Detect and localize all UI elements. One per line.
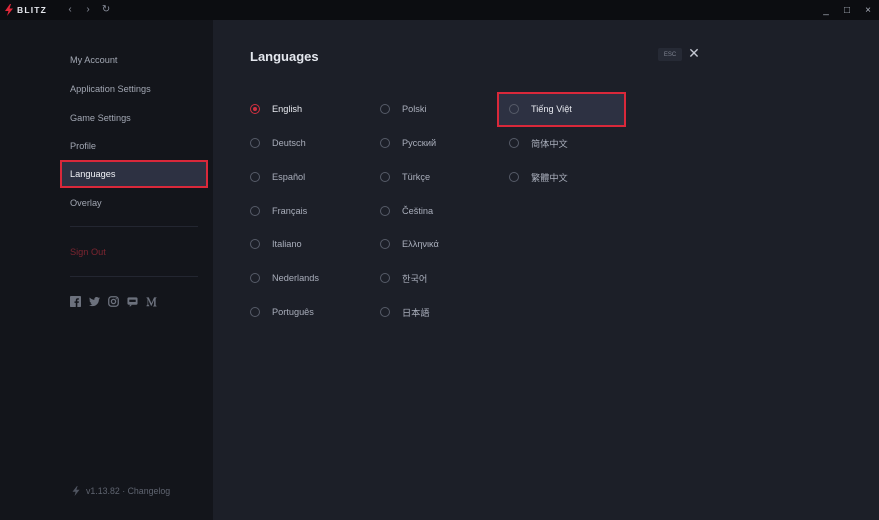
sidebar-item-languages[interactable]: Languages (60, 160, 208, 188)
language-label: Tiếng Việt (531, 104, 572, 114)
radio-unchecked[interactable] (250, 138, 260, 148)
sidebar-item-application-settings[interactable]: Application Settings (60, 76, 208, 102)
facebook-icon[interactable] (70, 296, 81, 307)
radio-unchecked[interactable] (509, 138, 519, 148)
instagram-icon[interactable] (108, 296, 119, 307)
sign-out-link[interactable]: Sign Out (70, 247, 106, 257)
app-logo: BLITZ (4, 0, 47, 20)
radio-unchecked[interactable] (380, 172, 390, 182)
radio-unchecked[interactable] (250, 307, 260, 317)
language-label: Русский (402, 138, 437, 148)
language-option-english[interactable]: English (250, 101, 302, 117)
language-option-francais[interactable]: Français (250, 203, 307, 219)
language-option-nederlands[interactable]: Nederlands (250, 270, 319, 286)
sidebar-item-profile[interactable]: Profile (60, 133, 208, 159)
radio-unchecked[interactable] (380, 104, 390, 114)
radio-unchecked[interactable] (250, 273, 260, 283)
language-label: Español (272, 172, 306, 182)
minimize-button[interactable]: _ (815, 0, 837, 20)
language-option-deutsch[interactable]: Deutsch (250, 135, 306, 151)
blitz-logo-icon (5, 4, 13, 16)
language-label: English (272, 104, 303, 114)
language-option-espanol[interactable]: Español (250, 169, 305, 185)
esc-hint: ESC (658, 48, 682, 61)
page-title: Languages (250, 49, 319, 64)
language-option-cestina[interactable]: Čeština (380, 203, 433, 219)
settings-sidebar: My Account Application Settings Game Set… (0, 20, 213, 520)
language-option-italiano[interactable]: Italiano (250, 236, 302, 252)
radio-unchecked[interactable] (509, 172, 519, 182)
language-label: Italiano (272, 239, 302, 249)
language-option-traditional-chinese[interactable]: 繁體中文 (509, 169, 568, 185)
radio-unchecked[interactable] (250, 239, 260, 249)
title-bar: BLITZ ‹ › ↻ _ □ × (0, 0, 879, 20)
version-text: v1.13.82 · Changelog (86, 486, 171, 496)
language-label: Deutsch (272, 138, 306, 148)
language-label: Português (272, 307, 314, 317)
radio-unchecked[interactable] (380, 307, 390, 317)
discord-icon[interactable] (127, 296, 138, 307)
language-option-russian[interactable]: Русский (380, 135, 436, 151)
language-label: Nederlands (272, 273, 319, 283)
refresh-button[interactable]: ↻ (97, 0, 115, 20)
window-close-button[interactable]: × (857, 0, 879, 20)
language-label: 日本語 (402, 308, 430, 318)
language-label: Polski (402, 104, 427, 114)
sidebar-item-overlay[interactable]: Overlay (60, 190, 208, 216)
language-label: 繁體中文 (531, 173, 568, 183)
sidebar-item-my-account[interactable]: My Account (60, 47, 208, 73)
language-option-japanese[interactable]: 日本語 (380, 304, 430, 320)
language-label: 한국어 (402, 274, 428, 284)
language-option-portugues[interactable]: Português (250, 304, 314, 320)
medium-icon[interactable] (146, 296, 157, 307)
maximize-button[interactable]: □ (836, 0, 858, 20)
radio-unchecked[interactable] (380, 138, 390, 148)
back-button[interactable]: ‹ (61, 0, 79, 20)
language-label: Ελληνικά (402, 239, 439, 249)
forward-button[interactable]: › (79, 0, 97, 20)
radio-unchecked[interactable] (380, 206, 390, 216)
radio-unchecked[interactable] (250, 172, 260, 182)
social-links (70, 296, 165, 307)
language-option-vietnamese[interactable]: Tiếng Việt (509, 101, 572, 117)
app-name: BLITZ (17, 5, 48, 15)
language-option-turkce[interactable]: Türkçe (380, 169, 430, 185)
radio-checked[interactable] (250, 104, 260, 114)
close-icon[interactable]: ✕ (687, 45, 701, 61)
language-label: Čeština (402, 206, 434, 216)
language-option-korean[interactable]: 한국어 (380, 270, 427, 286)
language-option-greek[interactable]: Ελληνικά (380, 236, 439, 252)
radio-unchecked[interactable] (250, 206, 260, 216)
radio-unchecked[interactable] (380, 273, 390, 283)
language-option-simplified-chinese[interactable]: 简体中文 (509, 135, 568, 151)
sidebar-divider (70, 276, 198, 277)
language-option-polski[interactable]: Polski (380, 101, 427, 117)
radio-unchecked[interactable] (509, 104, 519, 114)
sidebar-divider (70, 226, 198, 227)
version-changelog-link[interactable]: v1.13.82 · Changelog (72, 486, 170, 496)
language-label: Türkçe (402, 172, 431, 182)
radio-unchecked[interactable] (380, 239, 390, 249)
languages-panel: Languages ESC ✕ English Deutsch Español … (213, 20, 879, 520)
bolt-icon (72, 486, 80, 496)
language-label: 简体中文 (531, 139, 568, 149)
language-label: Français (272, 206, 308, 216)
sidebar-item-game-settings[interactable]: Game Settings (60, 105, 208, 131)
twitter-icon[interactable] (89, 296, 100, 307)
